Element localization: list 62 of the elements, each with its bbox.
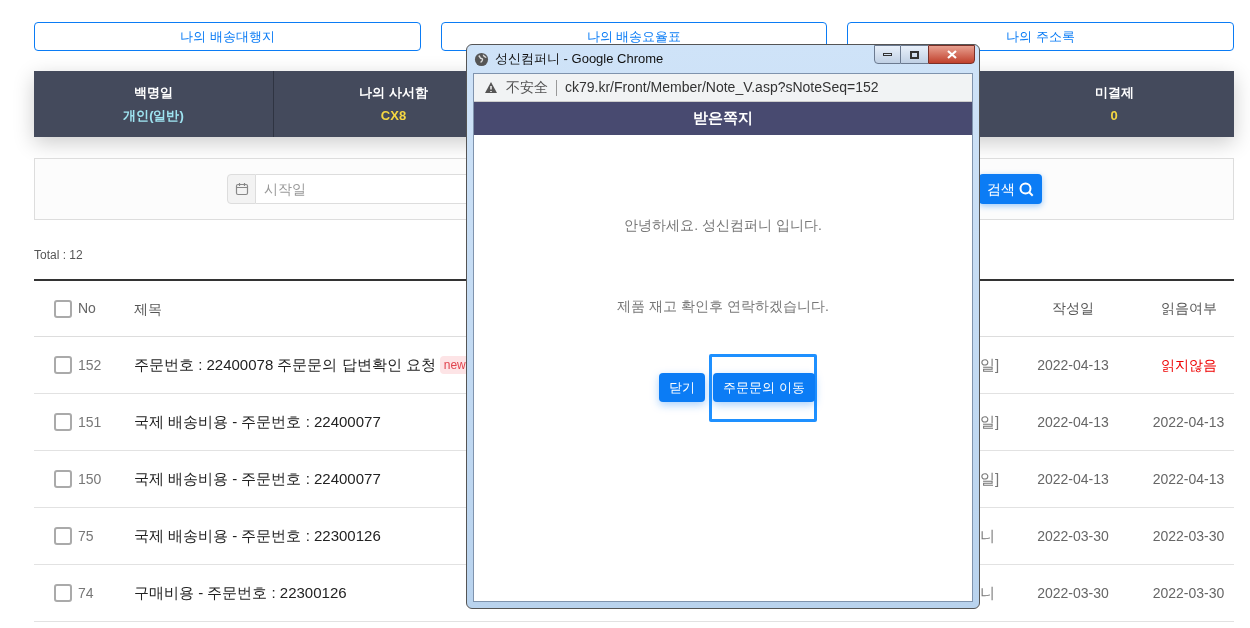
date-cell-text: 2022-04-13 [1036,355,1110,375]
summary-value: 0 [1110,107,1118,125]
table-cell-text: 일] [980,354,1000,375]
read-status: 2022-04-13 [1151,469,1226,489]
table-cell-text: 일] [980,468,1000,489]
search-icon [1019,181,1034,197]
read-status: 2022-04-13 [1151,412,1226,432]
close-button[interactable] [928,45,975,64]
message-title[interactable]: 국제 배송비용 - 주문번호 : 22300126 [134,524,381,548]
nav-button[interactable]: 나의 주소록 [847,22,1234,51]
read-status: 읽지않음 [1159,355,1218,375]
close-icon [946,50,957,59]
dialog-button[interactable]: 닫기 [659,373,705,402]
column-header: 제목 [134,300,162,317]
checkbox[interactable] [54,527,72,545]
row-number: 150 [78,469,102,489]
total-count: Total : 12 [34,247,84,264]
summary-label: 백명일 [134,83,173,102]
search-button[interactable]: 검색 [979,174,1042,204]
globe-icon [474,51,489,67]
maximize-button[interactable] [901,45,928,64]
message-title[interactable]: 국제 배송비용 - 주문번호 : 22400077 [134,467,381,491]
summary-value: CX8 [380,107,407,125]
checkbox[interactable] [54,470,72,488]
summary-label: 미결제 [1094,83,1134,102]
read-status: 2022-03-30 [1151,583,1226,603]
column-header: 읽음여부 [1159,299,1218,318]
checkbox[interactable] [54,356,72,374]
column-header: No [78,299,96,318]
message-title[interactable]: 주문번호 : 22400078 주문문의 답변확인 요청 [134,353,436,377]
popup-header: 받은쪽지 [474,102,972,135]
calendar-icon[interactable] [227,174,256,204]
message-text: 안녕하세요. 성신컴퍼니 입니다. [624,216,822,235]
row-number: 152 [78,355,102,375]
security-label: 不安全 [506,78,548,97]
table-cell-text: 일] [980,411,1000,432]
table-cell-text: 니 [980,582,995,603]
row-number: 75 [78,526,94,546]
summary-value: 개인(일반) [123,107,184,125]
date-cell-text: 2022-04-13 [1036,469,1110,489]
summary-label: 나의 사서함 [359,83,428,102]
checkbox[interactable] [54,584,72,602]
minimize-button[interactable] [874,45,901,64]
nav-button[interactable]: 나의 배송대행지 [34,22,421,51]
warning-icon [484,81,498,94]
address-bar[interactable]: 不安全 ck79.kr/Front/Member/Note_V.asp?sNoteSeq=152 [474,74,972,102]
table-cell-text: 니 [980,525,995,546]
message-text: 제품 재고 확인후 연락하겠습니다. [617,297,829,316]
date-cell-text: 2022-04-13 [1036,412,1110,432]
date-cell-text: 2022-03-30 [1036,526,1110,546]
row-number: 151 [78,412,102,432]
checkbox[interactable] [54,413,72,431]
dialog-button[interactable]: 주문문의 이동 [713,373,815,402]
message-title[interactable]: 국제 배송비용 - 주문번호 : 22400077 [134,410,381,434]
checkbox[interactable] [54,299,72,318]
column-header: 작성일 [1051,299,1095,318]
date-cell-text: 2022-03-30 [1036,583,1110,603]
url-text: ck79.kr/Front/Member/Note_V.asp?sNoteSeq=152 [565,78,879,97]
row-number: 74 [78,583,94,603]
window-title: 성신컴퍼니 - Google Chrome [495,50,664,69]
read-status: 2022-03-30 [1151,526,1226,546]
message-title[interactable]: 구매비용 - 주문번호 : 22300126 [134,581,347,605]
